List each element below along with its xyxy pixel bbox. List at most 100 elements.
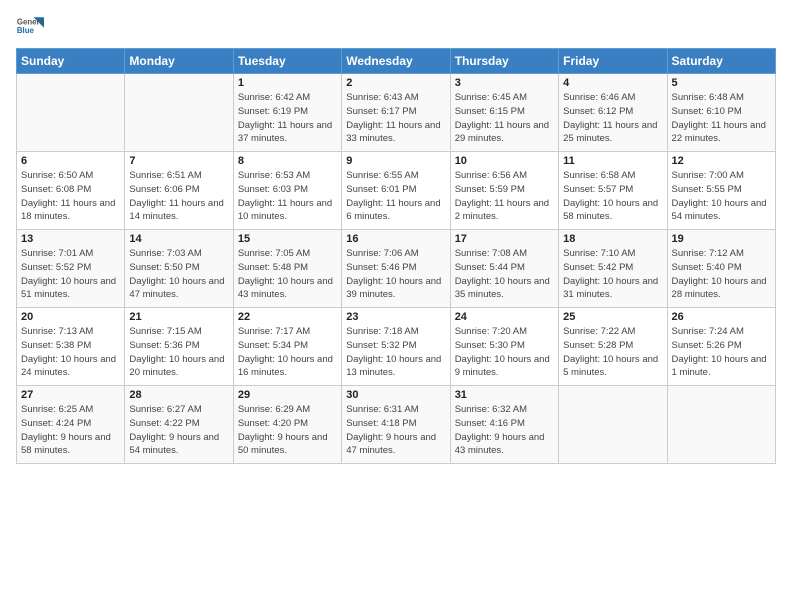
day-info: Sunrise: 7:06 AM Sunset: 5:46 PM Dayligh… [346,247,445,302]
day-number: 9 [346,155,445,167]
day-info: Sunrise: 6:45 AM Sunset: 6:15 PM Dayligh… [455,91,554,146]
day-info: Sunrise: 6:48 AM Sunset: 6:10 PM Dayligh… [672,91,771,146]
calendar-cell: 26 Sunrise: 7:24 AM Sunset: 5:26 PM Dayli… [667,308,775,386]
calendar-cell: 6Sunrise: 6:50 AM Sunset: 6:08 PM Daylig… [17,152,125,230]
week-row-2: 6Sunrise: 6:50 AM Sunset: 6:08 PM Daylig… [17,152,776,230]
day-info: Sunrise: 6:29 AM Sunset: 4:20 PM Dayligh… [238,403,337,458]
day-number: 13 [21,233,120,245]
day-info: Sunrise: 6:46 AM Sunset: 6:12 PM Dayligh… [563,91,662,146]
calendar-cell [667,386,775,464]
day-info: Sunrise: 6:42 AM Sunset: 6:19 PM Dayligh… [238,91,337,146]
calendar-cell: 15 Sunrise: 7:05 AM Sunset: 5:48 PM Dayli… [233,230,341,308]
svg-text:Blue: Blue [17,26,35,35]
week-row-3: 13 Sunrise: 7:01 AM Sunset: 5:52 PM Dayli… [17,230,776,308]
calendar-cell: 5 Sunrise: 6:48 AM Sunset: 6:10 PM Daylig… [667,74,775,152]
header-day-wednesday: Wednesday [342,49,450,74]
day-info: Sunrise: 7:05 AM Sunset: 5:48 PM Dayligh… [238,247,337,302]
day-info: Sunrise: 6:51 AM Sunset: 6:06 PM Dayligh… [129,169,228,224]
day-info: Sunrise: 7:18 AM Sunset: 5:32 PM Dayligh… [346,325,445,380]
logo: General Blue [16,12,48,40]
day-info: Sunrise: 6:56 AM Sunset: 5:59 PM Dayligh… [455,169,554,224]
day-info: Sunrise: 6:25 AM Sunset: 4:24 PM Dayligh… [21,403,120,458]
calendar-cell: 16Sunrise: 7:06 AM Sunset: 5:46 PM Dayli… [342,230,450,308]
day-info: Sunrise: 6:58 AM Sunset: 5:57 PM Dayligh… [563,169,662,224]
calendar-cell: 28 Sunrise: 6:27 AM Sunset: 4:22 PM Dayli… [125,386,233,464]
day-info: Sunrise: 7:22 AM Sunset: 5:28 PM Dayligh… [563,325,662,380]
calendar-cell: 2Sunrise: 6:43 AM Sunset: 6:17 PM Daylig… [342,74,450,152]
week-row-4: 20Sunrise: 7:13 AM Sunset: 5:38 PM Dayli… [17,308,776,386]
calendar-cell: 11 Sunrise: 6:58 AM Sunset: 5:57 PM Dayli… [559,152,667,230]
day-info: Sunrise: 6:53 AM Sunset: 6:03 PM Dayligh… [238,169,337,224]
day-info: Sunrise: 6:55 AM Sunset: 6:01 PM Dayligh… [346,169,445,224]
day-number: 14 [129,233,228,245]
day-number: 4 [563,77,662,89]
header-day-monday: Monday [125,49,233,74]
day-info: Sunrise: 6:27 AM Sunset: 4:22 PM Dayligh… [129,403,228,458]
day-number: 12 [672,155,771,167]
day-info: Sunrise: 7:03 AM Sunset: 5:50 PM Dayligh… [129,247,228,302]
day-number: 17 [455,233,554,245]
logo-icon: General Blue [16,12,44,40]
header-day-thursday: Thursday [450,49,558,74]
day-info: Sunrise: 7:10 AM Sunset: 5:42 PM Dayligh… [563,247,662,302]
day-number: 5 [672,77,771,89]
day-info: Sunrise: 6:50 AM Sunset: 6:08 PM Dayligh… [21,169,120,224]
calendar-cell: 19 Sunrise: 7:12 AM Sunset: 5:40 PM Dayli… [667,230,775,308]
day-info: Sunrise: 7:12 AM Sunset: 5:40 PM Dayligh… [672,247,771,302]
calendar-cell: 4 Sunrise: 6:46 AM Sunset: 6:12 PM Daylig… [559,74,667,152]
calendar-cell: 24Sunrise: 7:20 AM Sunset: 5:30 PM Dayli… [450,308,558,386]
day-info: Sunrise: 6:31 AM Sunset: 4:18 PM Dayligh… [346,403,445,458]
day-number: 25 [563,311,662,323]
calendar-cell: 12 Sunrise: 7:00 AM Sunset: 5:55 PM Dayli… [667,152,775,230]
calendar-cell: 20Sunrise: 7:13 AM Sunset: 5:38 PM Dayli… [17,308,125,386]
day-info: Sunrise: 6:32 AM Sunset: 4:16 PM Dayligh… [455,403,554,458]
calendar-cell: 8 Sunrise: 6:53 AM Sunset: 6:03 PM Daylig… [233,152,341,230]
calendar-cell: 13 Sunrise: 7:01 AM Sunset: 5:52 PM Dayli… [17,230,125,308]
day-number: 29 [238,389,337,401]
day-number: 11 [563,155,662,167]
header-day-friday: Friday [559,49,667,74]
header-day-sunday: Sunday [17,49,125,74]
calendar-cell: 18 Sunrise: 7:10 AM Sunset: 5:42 PM Dayli… [559,230,667,308]
calendar-cell: 27 Sunrise: 6:25 AM Sunset: 4:24 PM Dayli… [17,386,125,464]
day-number: 2 [346,77,445,89]
header-row-days: SundayMondayTuesdayWednesdayThursdayFrid… [17,49,776,74]
day-number: 19 [672,233,771,245]
day-info: Sunrise: 7:24 AM Sunset: 5:26 PM Dayligh… [672,325,771,380]
day-info: Sunrise: 7:20 AM Sunset: 5:30 PM Dayligh… [455,325,554,380]
calendar-cell: 25 Sunrise: 7:22 AM Sunset: 5:28 PM Dayli… [559,308,667,386]
page-container: General Blue SundayMondayTuesdayWednesda… [0,0,792,472]
calendar-table: SundayMondayTuesdayWednesdayThursdayFrid… [16,48,776,464]
week-row-1: 1Sunrise: 6:42 AM Sunset: 6:19 PM Daylig… [17,74,776,152]
day-number: 20 [21,311,120,323]
day-number: 21 [129,311,228,323]
calendar-cell: 7 Sunrise: 6:51 AM Sunset: 6:06 PM Daylig… [125,152,233,230]
calendar-cell: 10 Sunrise: 6:56 AM Sunset: 5:59 PM Dayli… [450,152,558,230]
calendar-cell [17,74,125,152]
day-info: Sunrise: 7:01 AM Sunset: 5:52 PM Dayligh… [21,247,120,302]
day-number: 7 [129,155,228,167]
week-row-5: 27 Sunrise: 6:25 AM Sunset: 4:24 PM Dayli… [17,386,776,464]
calendar-cell: 31 Sunrise: 6:32 AM Sunset: 4:16 PM Dayli… [450,386,558,464]
day-number: 27 [21,389,120,401]
calendar-cell: 23Sunrise: 7:18 AM Sunset: 5:32 PM Dayli… [342,308,450,386]
day-info: Sunrise: 7:00 AM Sunset: 5:55 PM Dayligh… [672,169,771,224]
calendar-cell: 14 Sunrise: 7:03 AM Sunset: 5:50 PM Dayli… [125,230,233,308]
day-info: Sunrise: 7:15 AM Sunset: 5:36 PM Dayligh… [129,325,228,380]
calendar-cell [125,74,233,152]
day-number: 15 [238,233,337,245]
calendar-cell: 9 Sunrise: 6:55 AM Sunset: 6:01 PM Daylig… [342,152,450,230]
header-day-tuesday: Tuesday [233,49,341,74]
calendar-cell: 1Sunrise: 6:42 AM Sunset: 6:19 PM Daylig… [233,74,341,152]
day-number: 10 [455,155,554,167]
day-info: Sunrise: 7:08 AM Sunset: 5:44 PM Dayligh… [455,247,554,302]
day-number: 30 [346,389,445,401]
day-number: 28 [129,389,228,401]
day-number: 22 [238,311,337,323]
day-number: 31 [455,389,554,401]
header-row: General Blue [16,12,776,40]
day-number: 8 [238,155,337,167]
day-number: 18 [563,233,662,245]
calendar-cell: 21 Sunrise: 7:15 AM Sunset: 5:36 PM Dayli… [125,308,233,386]
day-number: 26 [672,311,771,323]
